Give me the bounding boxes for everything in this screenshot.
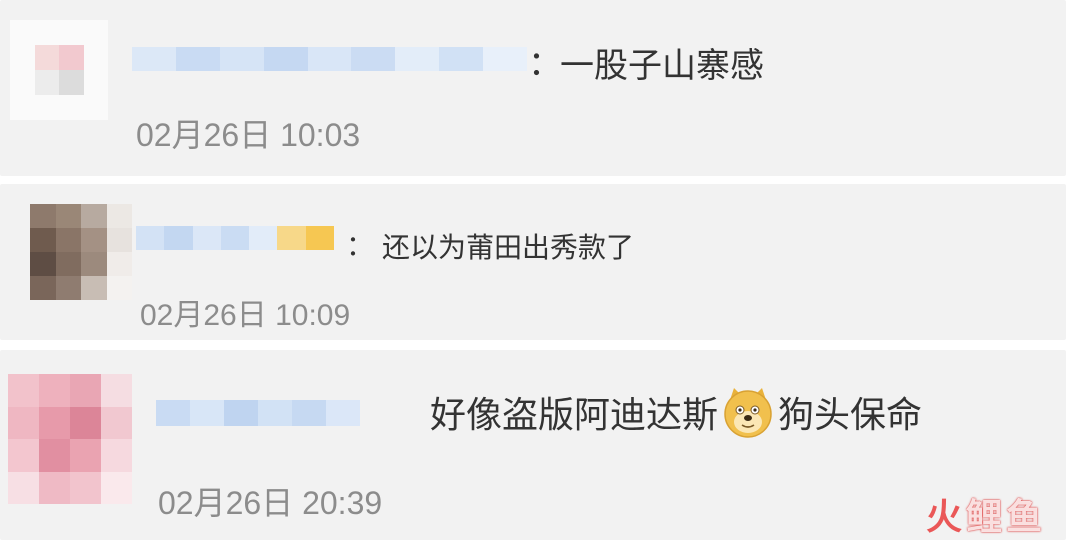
comment-timestamp[interactable]: 02月26日 10:09 [140,290,350,334]
avatar[interactable] [30,204,132,300]
username-blurred[interactable] [156,400,360,426]
comment-timestamp[interactable]: 02月26日 20:39 [158,478,382,524]
comment-card: 好像盗版阿迪达斯 狗头保命 02月26日 20:39 [0,350,1066,540]
comment-colon: ： [528,44,562,84]
comment-colon: ： [346,229,375,262]
comment-timestamp[interactable]: 02月26日 10:03 [136,110,360,156]
comment-text: 好像盗版阿迪达斯 狗头保命 [430,386,922,438]
comment-card: ： 一股子山寨感 02月26日 10:03 [0,0,1066,176]
watermark-logo: 火鲤鱼 [925,497,1046,538]
comment-text: 还以为莆田出秀款了 [382,231,635,264]
username-blurred[interactable] [132,47,527,71]
comment-card: ： 还以为莆田出秀款了 02月26日 10:09 [0,184,1066,340]
avatar[interactable] [8,374,132,504]
doge-emoji-icon [722,386,774,438]
comment-text-before: 好像盗版阿迪达斯 [430,395,719,436]
comment-text: 一股子山寨感 [560,46,764,86]
comment-text-after: 狗头保命 [778,395,923,436]
avatar[interactable] [10,20,108,120]
username-blurred[interactable] [136,226,334,250]
